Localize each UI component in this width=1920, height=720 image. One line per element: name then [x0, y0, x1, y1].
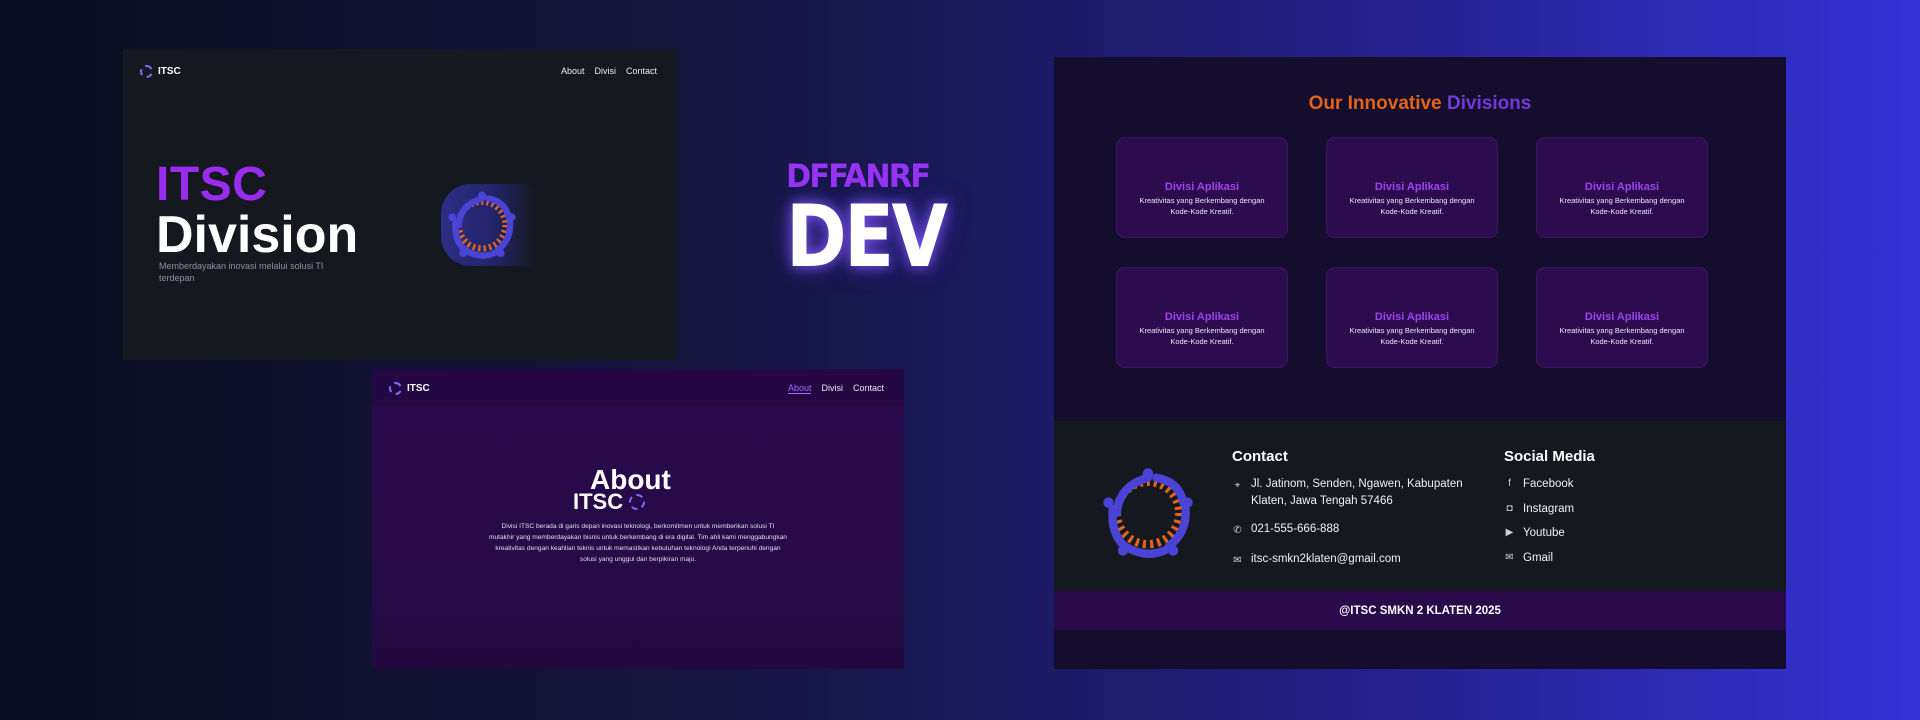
- brand[interactable]: ITSC: [140, 64, 181, 78]
- itsc-logo-icon: [1103, 468, 1193, 558]
- itsc-logo-icon: [629, 494, 646, 510]
- hero-subtitle: Memberdayakan inovasi melalui solusi TI …: [159, 261, 324, 284]
- dev-badge: DFFANRF DEV: [783, 160, 953, 280]
- youtube-icon: ▶: [1505, 527, 1514, 539]
- hero-logo: [441, 184, 536, 266]
- hero-navbar: ITSC About Divisi Contact: [123, 49, 677, 93]
- about-subtitle: ITSC: [573, 489, 646, 514]
- brand-label: ITSC: [407, 382, 430, 394]
- footer-logo: [1096, 461, 1200, 570]
- phone-icon: ✆: [1233, 525, 1242, 537]
- map-pin-icon: ⌖: [1234, 480, 1241, 491]
- social-section: Social Media f Facebook ◘ Instagram ▶ Yo…: [1504, 448, 1674, 575]
- division-card-desc: Kreativitas yang Berkembang dengan Kode-…: [1559, 326, 1685, 346]
- itsc-logo-icon: [140, 64, 153, 78]
- hero-title-itsc: ITSC: [156, 158, 268, 211]
- contact-email[interactable]: ✉ itsc-smkn2klaten@gmail.com: [1232, 551, 1497, 569]
- divisions-panel: Our Innovative Divisions Divisi Aplikasi…: [1054, 57, 1786, 669]
- about-navbar: ITSC About Divisi Contact: [372, 369, 904, 407]
- contact-phone-text: 021-555-666-888: [1251, 523, 1340, 536]
- gmail-icon: ✉: [1505, 552, 1514, 564]
- hero-panel: ITSC About Divisi Contact ITSC Division …: [123, 49, 677, 360]
- contact-phone[interactable]: ✆ 021-555-666-888: [1232, 521, 1497, 539]
- social-facebook-label: Facebook: [1523, 478, 1574, 490]
- division-card-desc: Kreativitas yang Berkembang dengan Kode-…: [1559, 196, 1685, 216]
- dev-badge-main: DEV: [786, 187, 948, 287]
- contact-address-text: Jl. Jatinom, Senden, Ngawen, Kabupaten K…: [1251, 478, 1463, 507]
- about-panel: ITSC About Divisi Contact About ITSC Div…: [372, 369, 904, 669]
- social-facebook[interactable]: f Facebook: [1504, 476, 1674, 493]
- about-body: Divisi ITSC berada di garis depan inovas…: [489, 523, 787, 563]
- site-footer: Contact ⌖ Jl. Jatinom, Senden, Ngawen, K…: [1054, 421, 1786, 630]
- social-gmail-label: Gmail: [1523, 552, 1554, 565]
- division-card[interactable]: Divisi Aplikasi Kreativitas yang Berkemb…: [1326, 137, 1498, 238]
- divisions-heading-part2: Divisions: [1446, 93, 1532, 114]
- nav-about[interactable]: About: [561, 66, 585, 76]
- nav-links: About Divisi Contact: [787, 383, 884, 394]
- division-card-desc: Kreativitas yang Berkembang dengan Kode-…: [1139, 326, 1265, 346]
- division-card[interactable]: Divisi Aplikasi Kreativitas yang Berkemb…: [1536, 267, 1708, 368]
- mail-icon: ✉: [1233, 554, 1242, 566]
- divisions-heading-part1: Our Innovative: [1308, 93, 1442, 114]
- social-instagram[interactable]: ◘ Instagram: [1504, 501, 1674, 518]
- nav-links: About Divisi Contact: [561, 66, 657, 76]
- division-card-desc: Kreativitas yang Berkembang dengan Kode-…: [1349, 196, 1475, 216]
- nav-contact[interactable]: Contact: [626, 66, 657, 76]
- division-card-title: Divisi Aplikasi: [1584, 311, 1660, 323]
- division-card-title: Divisi Aplikasi: [1164, 181, 1240, 193]
- divisions-heading: Our Innovative Divisions: [1054, 93, 1786, 115]
- division-card-title: Divisi Aplikasi: [1374, 181, 1450, 193]
- nav-contact[interactable]: Contact: [853, 383, 884, 394]
- division-card-desc: Kreativitas yang Berkembang dengan Kode-…: [1139, 196, 1265, 216]
- nav-about[interactable]: About: [787, 383, 812, 394]
- division-card[interactable]: Divisi Aplikasi Kreativitas yang Berkemb…: [1116, 267, 1288, 368]
- facebook-icon: f: [1508, 478, 1511, 490]
- instagram-icon: ◘: [1506, 502, 1513, 514]
- division-cards: Divisi Aplikasi Kreativitas yang Berkemb…: [1116, 137, 1712, 368]
- social-heading: Social Media: [1504, 448, 1595, 465]
- contact-email-text: itsc-smkn2klaten@gmail.com: [1251, 552, 1401, 565]
- division-card[interactable]: Divisi Aplikasi Kreativitas yang Berkemb…: [1326, 267, 1498, 368]
- social-youtube[interactable]: ▶ Youtube: [1504, 525, 1674, 542]
- division-card[interactable]: Divisi Aplikasi Kreativitas yang Berkemb…: [1116, 137, 1288, 238]
- contact-heading: Contact: [1232, 448, 1288, 465]
- division-card[interactable]: Divisi Aplikasi Kreativitas yang Berkemb…: [1536, 137, 1708, 238]
- itsc-logo-icon: [448, 191, 516, 259]
- social-youtube-label: Youtube: [1523, 527, 1565, 540]
- division-card-title: Divisi Aplikasi: [1584, 181, 1660, 193]
- hero-title-division: Division: [156, 206, 359, 264]
- division-card-title: Divisi Aplikasi: [1164, 311, 1240, 323]
- brand[interactable]: ITSC: [389, 381, 430, 395]
- social-gmail[interactable]: ✉ Gmail: [1504, 550, 1674, 567]
- about-subtitle-text: ITSC: [573, 489, 624, 514]
- nav-divisi[interactable]: Divisi: [594, 66, 616, 76]
- nav-divisi[interactable]: Divisi: [821, 383, 843, 394]
- contact-section: Contact ⌖ Jl. Jatinom, Senden, Ngawen, K…: [1232, 448, 1497, 580]
- contact-address: ⌖ Jl. Jatinom, Senden, Ngawen, Kabupaten…: [1232, 476, 1497, 509]
- social-instagram-label: Instagram: [1523, 502, 1575, 515]
- division-card-desc: Kreativitas yang Berkembang dengan Kode-…: [1349, 326, 1475, 346]
- division-card-title: Divisi Aplikasi: [1374, 311, 1450, 323]
- brand-label: ITSC: [158, 65, 181, 77]
- itsc-logo-icon: [389, 381, 402, 395]
- copyright-bar: @ITSC SMKN 2 KLATEN 2025: [1054, 591, 1786, 630]
